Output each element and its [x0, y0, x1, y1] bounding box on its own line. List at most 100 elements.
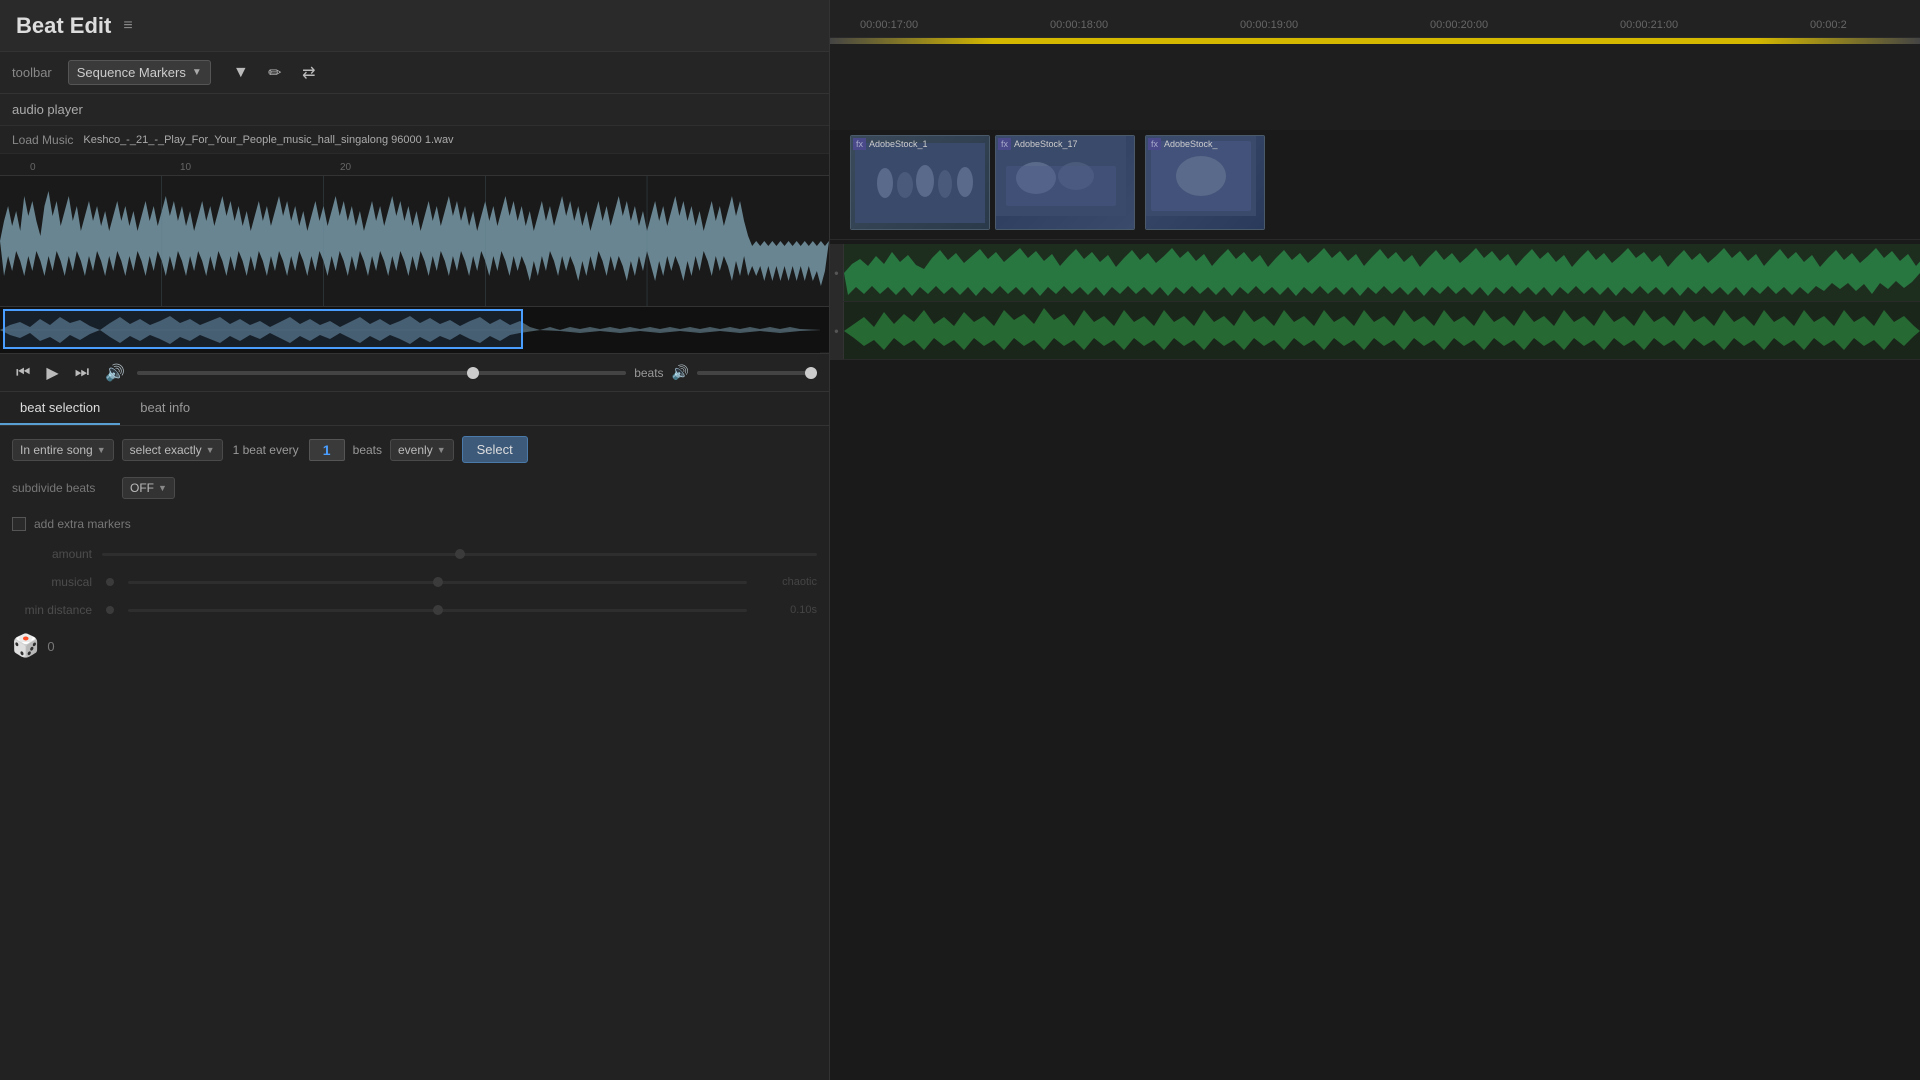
musical-radio	[106, 578, 114, 586]
next-button[interactable]: ⏭	[71, 362, 93, 384]
musical-row: musical chaotic	[12, 573, 817, 591]
edit-tool-button[interactable]: ✏	[261, 59, 289, 87]
clip-1-label: AdobeStock_1	[869, 139, 928, 149]
load-music-bar: Load Music Keshco_-_21_-_Play_For_Your_P…	[0, 126, 829, 154]
toolbar-icons: ▼ ✏ ⇄	[227, 59, 323, 87]
volume-button[interactable]: 🔊	[101, 361, 129, 385]
ruler-mark-20: 20	[340, 162, 351, 173]
progress-thumb	[467, 367, 479, 379]
track-2-handle[interactable]: ●	[830, 302, 844, 359]
toolbar: toolbar Sequence Markers ▼ ▼ ✏ ⇄	[0, 52, 829, 94]
track-1-handle[interactable]: ●	[830, 244, 844, 301]
prev-button[interactable]: ⏮	[12, 362, 34, 384]
beat-selection-row: In entire song ▼ select exactly ▼ 1 beat…	[12, 436, 817, 463]
beats-volume-icon[interactable]: 🔊	[672, 364, 689, 381]
sequence-markers-label: Sequence Markers	[77, 65, 186, 80]
clip-2[interactable]: fx AdobeStock_17	[995, 135, 1135, 230]
select-button[interactable]: Select	[462, 436, 528, 463]
extra-markers-label: add extra markers	[34, 517, 131, 531]
ruler: 0 10 20	[0, 154, 829, 176]
musical-label: musical	[12, 575, 92, 589]
track-2-waveform-svg	[844, 302, 1920, 359]
audio-track-1: ●	[830, 244, 1920, 302]
min-distance-value: 0.10s	[757, 604, 817, 616]
waveform-main	[0, 176, 829, 306]
musical-thumb	[433, 577, 443, 587]
clip-1[interactable]: fx AdobeStock_1	[850, 135, 990, 230]
scope-arrow: ▼	[97, 445, 106, 455]
clip-3-badge: fx AdobeStock_	[1148, 138, 1218, 150]
time-mark-17: 00:00:17:00	[860, 19, 918, 31]
marker-tool-button[interactable]: ▼	[227, 59, 255, 87]
waveform-bars	[0, 176, 829, 306]
next-icon: ⏭	[75, 364, 89, 382]
track-1-handle-icon: ●	[834, 268, 839, 277]
distribution-arrow: ▼	[437, 445, 446, 455]
amount-thumb	[455, 549, 465, 559]
beat-every-input[interactable]	[309, 439, 345, 461]
beat-every-suffix: beats	[353, 443, 382, 457]
title-bar: Beat Edit ≡	[0, 0, 829, 52]
min-distance-radio	[106, 606, 114, 614]
mini-waveform	[0, 306, 829, 352]
beat-tabs: beat selection beat info	[0, 392, 829, 426]
select-exactly-dropdown[interactable]: select exactly ▼	[122, 439, 223, 461]
track-2-waveform	[844, 302, 1920, 359]
extra-markers-row: add extra markers	[12, 513, 817, 535]
sequence-markers-dropdown[interactable]: Sequence Markers ▼	[68, 60, 211, 85]
progress-slider[interactable]	[137, 371, 626, 375]
play-button[interactable]: ▶	[42, 361, 62, 385]
chaotic-label: chaotic	[757, 576, 817, 588]
ruler-row: 00:00:17:00 00:00:18:00 00:00:19:00 00:0…	[830, 0, 1920, 38]
time-mark-22: 00:00:2	[1810, 19, 1847, 31]
tab-beat-info[interactable]: beat info	[120, 392, 210, 425]
toolbar-label: toolbar	[12, 65, 52, 80]
clip-1-fx: fx	[853, 138, 866, 150]
track-2-handle-icon: ●	[834, 326, 839, 335]
subdivide-arrow: ▼	[158, 483, 167, 493]
time-mark-19: 00:00:19:00	[1240, 19, 1298, 31]
select-exactly-arrow: ▼	[206, 445, 215, 455]
menu-icon[interactable]: ≡	[123, 17, 132, 35]
scope-dropdown[interactable]: In entire song ▼	[12, 439, 114, 461]
sync-tool-icon: ⇄	[302, 63, 315, 83]
beats-label: beats	[634, 366, 663, 380]
dice-count: 0	[47, 639, 54, 654]
track-1-waveform	[844, 244, 1920, 301]
beats-volume-slider[interactable]	[697, 371, 817, 375]
distribution-dropdown[interactable]: evenly ▼	[390, 439, 454, 461]
time-mark-21: 00:00:21:00	[1620, 19, 1678, 31]
beats-volume-thumb	[805, 367, 817, 379]
min-distance-slider	[128, 609, 747, 612]
subdivide-dropdown[interactable]: OFF ▼	[122, 477, 175, 499]
dropdown-arrow: ▼	[192, 67, 202, 78]
clip-3[interactable]: fx AdobeStock_	[1145, 135, 1265, 230]
prev-icon: ⏮	[16, 364, 30, 382]
clip-2-badge: fx AdobeStock_17	[998, 138, 1078, 150]
ruler-mark-10: 10	[180, 162, 191, 173]
right-panel: 00:00:17:00 00:00:18:00 00:00:19:00 00:0…	[830, 0, 1920, 1080]
play-icon: ▶	[46, 363, 58, 383]
mini-waveform-selection[interactable]	[3, 309, 523, 349]
scope-label: In entire song	[20, 443, 93, 457]
sync-tool-button[interactable]: ⇄	[295, 59, 323, 87]
beat-every-prefix: 1 beat every	[233, 443, 299, 457]
tab-beat-selection[interactable]: beat selection	[0, 392, 120, 425]
time-mark-20: 00:00:20:00	[1430, 19, 1488, 31]
distribution-label: evenly	[398, 443, 433, 457]
left-panel: Beat Edit ≡ toolbar Sequence Markers ▼ ▼…	[0, 0, 830, 1080]
timeline-ruler: 00:00:17:00 00:00:18:00 00:00:19:00 00:0…	[830, 0, 1920, 130]
time-mark-18: 00:00:18:00	[1050, 19, 1108, 31]
transport-controls: ⏮ ▶ ⏭ 🔊 beats 🔊	[0, 354, 829, 392]
marker-tool-icon: ▼	[233, 64, 249, 82]
extra-markers-checkbox[interactable]	[12, 517, 26, 531]
audio-player-header[interactable]: audio player	[0, 94, 829, 126]
dice-row: 🎲 0	[12, 629, 817, 663]
dice-icon[interactable]: 🎲	[12, 633, 39, 659]
clip-2-label: AdobeStock_17	[1014, 139, 1078, 149]
amount-slider	[102, 553, 817, 556]
min-distance-row: min distance 0.10s	[12, 601, 817, 619]
ruler-mark-0: 0	[30, 162, 36, 173]
clip-1-svg	[855, 143, 985, 223]
load-music-file: Keshco_-_21_-_Play_For_Your_People_music…	[83, 134, 453, 146]
